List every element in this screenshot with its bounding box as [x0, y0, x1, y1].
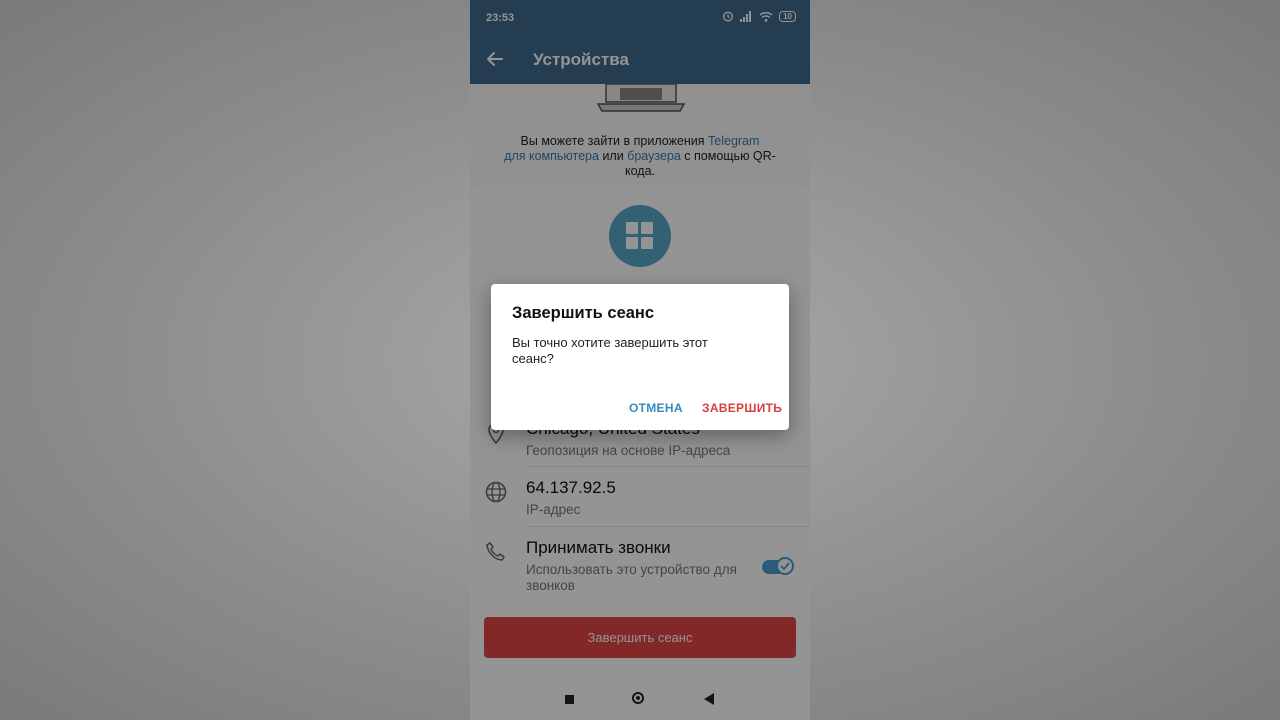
- dialog-title: Завершить сеанс: [512, 304, 655, 322]
- dialog-message: Вы точно хотите завершить этот сеанс?: [512, 335, 708, 366]
- cancel-button[interactable]: ОТМЕНА: [629, 401, 683, 415]
- end-session-dialog: Завершить сеанс Вы точно хотите завершит…: [491, 284, 789, 430]
- confirm-end-button[interactable]: ЗАВЕРШИТЬ: [702, 401, 782, 415]
